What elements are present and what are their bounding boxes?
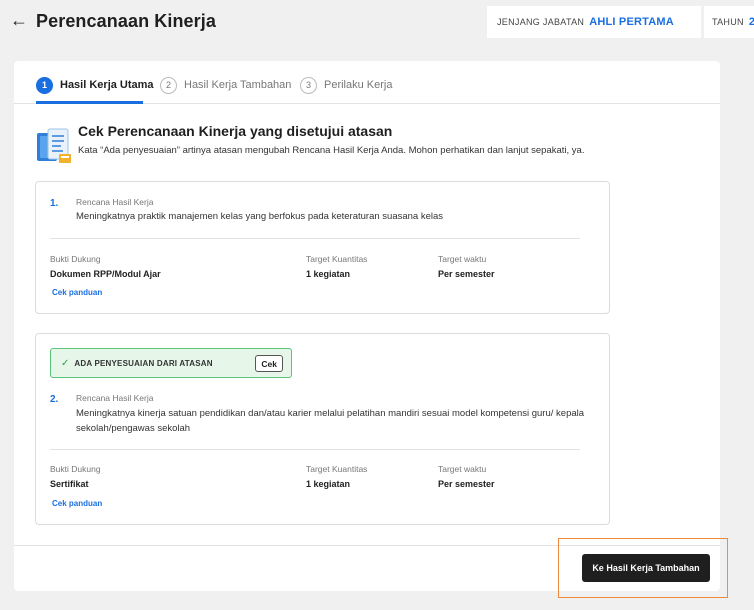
- rhk-item-card: ✓ ADA PENYESUAIAN DARI ATASAN Cek 2. Ren…: [35, 333, 610, 525]
- jabatan-label: JENJANG JABATAN: [497, 17, 585, 27]
- tahun-chip: TAHUN 2023: [704, 6, 754, 38]
- tab-perilaku-kerja[interactable]: 3 Perilaku Kerja: [300, 75, 392, 95]
- adjustment-text: ADA PENYESUAIAN DARI ATASAN: [74, 358, 213, 368]
- rhk-item-card: 1. Rencana Hasil Kerja Meningkatnya prak…: [35, 181, 610, 314]
- active-tab-underline: [36, 101, 143, 104]
- target-kuantitas-value: 1 kegiatan: [306, 479, 351, 489]
- rhk-text: Meningkatnya kinerja satuan pendidikan d…: [76, 408, 585, 434]
- item-divider: [50, 449, 580, 450]
- tab-number: 3: [300, 76, 317, 94]
- target-kuantitas-label: Target Kuantitas: [306, 254, 368, 264]
- bukti-dukung-label: Bukti Dukung: [50, 464, 101, 474]
- page-title: Perencanaan Kinerja: [36, 11, 216, 31]
- adjustment-banner: ✓ ADA PENYESUAIAN DARI ATASAN Cek: [50, 348, 292, 378]
- document-book-icon: [37, 128, 71, 163]
- tab-bar: 1 Hasil Kerja Utama 2 Hasil Kerja Tambah…: [14, 61, 720, 104]
- target-waktu-label: Target waktu: [438, 464, 487, 474]
- target-waktu-value: Per semester: [438, 479, 495, 489]
- target-kuantitas-label: Target Kuantitas: [306, 464, 368, 474]
- tahun-label: TAHUN: [712, 17, 744, 27]
- target-kuantitas-value: 1 kegiatan: [306, 269, 351, 279]
- main-card: 1 Hasil Kerja Utama 2 Hasil Kerja Tambah…: [14, 61, 720, 591]
- item-number: 2.: [50, 394, 59, 405]
- info-description: Kata “Ada penyesuaian” artinya atasan me…: [78, 145, 585, 156]
- target-waktu-label: Target waktu: [438, 254, 487, 264]
- item-divider: [50, 238, 580, 239]
- item-number: 1.: [50, 198, 59, 209]
- tab-hasil-kerja-utama[interactable]: 1 Hasil Kerja Utama: [36, 75, 154, 95]
- jabatan-chip: JENJANG JABATAN AHLI PERTAMA: [487, 6, 701, 38]
- cek-panduan-link[interactable]: Cek panduan: [52, 288, 102, 297]
- info-title: Cek Perencanaan Kinerja yang disetujui a…: [78, 123, 393, 139]
- tab-label: Hasil Kerja Utama: [60, 79, 154, 91]
- tab-label: Perilaku Kerja: [324, 79, 393, 91]
- cek-panduan-link[interactable]: Cek panduan: [52, 499, 102, 508]
- target-waktu-value: Per semester: [438, 269, 495, 279]
- rhk-label: Rencana Hasil Kerja: [76, 197, 154, 207]
- tab-number: 1: [36, 76, 53, 94]
- tahun-value: 2023: [748, 16, 754, 28]
- check-icon: ✓: [61, 357, 70, 369]
- bukti-dukung-label: Bukti Dukung: [50, 254, 101, 264]
- back-arrow-icon[interactable]: ←: [10, 10, 28, 30]
- top-bar: ← Perencanaan Kinerja JENJANG JABATAN AH…: [0, 0, 754, 44]
- next-hasil-kerja-tambahan-button[interactable]: Ke Hasil Kerja Tambahan: [582, 554, 710, 582]
- tab-number: 2: [160, 76, 177, 94]
- tab-hasil-kerja-tambahan[interactable]: 2 Hasil Kerja Tambahan: [160, 75, 291, 95]
- rhk-label: Rencana Hasil Kerja: [76, 393, 154, 403]
- bukti-dukung-value: Sertifikat: [50, 479, 89, 489]
- cek-adjustment-button[interactable]: Cek: [255, 355, 283, 372]
- bukti-dukung-value: Dokumen RPP/Modul Ajar: [50, 269, 161, 279]
- rhk-text: Meningkatnya praktik manajemen kelas yan…: [76, 211, 444, 222]
- tab-label: Hasil Kerja Tambahan: [184, 79, 292, 91]
- jabatan-value: AHLI PERTAMA: [589, 16, 674, 28]
